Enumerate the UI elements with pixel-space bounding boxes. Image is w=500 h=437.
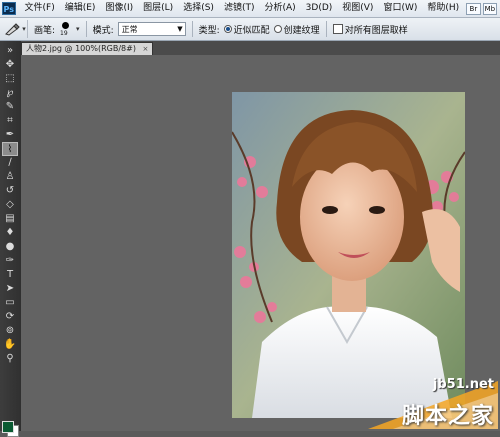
spot-healing-brush-icon [5, 23, 20, 36]
mode-select[interactable]: 正常 ▼ [117, 22, 186, 36]
hand-tool-icon[interactable]: ✋ [2, 338, 18, 352]
radio-proximity-match[interactable]: 近似匹配 [223, 23, 270, 36]
watermark-site-name: 脚本之家 [401, 404, 494, 429]
mode-value: 正常 [121, 25, 138, 34]
options-bar: ▾ 画笔: 19 ▾ 模式: 正常 ▼ 类型: 近似匹配 创建纹理 对所有图层取… [0, 18, 500, 41]
eraser-tool-icon[interactable]: ◇ [2, 198, 18, 212]
menu-filter[interactable]: 滤镜(T) [219, 0, 260, 17]
watermark: jb51.net 脚本之家 [348, 371, 498, 429]
menu-edit[interactable]: 编辑(E) [60, 0, 101, 17]
brush-size: 19 [60, 30, 68, 37]
eyedropper-tool-icon[interactable]: ✒ [2, 128, 18, 142]
chevron-down-icon: ▼ [177, 25, 183, 33]
mini-bridge-button[interactable]: Mb [482, 2, 498, 15]
bridge-button[interactable]: Br [466, 2, 481, 15]
spot-healing-tool-icon[interactable]: ⌇ [2, 142, 18, 156]
document-image[interactable] [232, 92, 465, 418]
type-tool-icon[interactable]: T [2, 268, 18, 282]
checkbox-box[interactable] [332, 24, 343, 34]
menu-image[interactable]: 图像(I) [100, 0, 138, 17]
menu-3d[interactable]: 3D(D) [301, 0, 338, 17]
menu-analysis[interactable]: 分析(A) [259, 0, 300, 17]
clone-stamp-tool-icon[interactable]: ♙ [2, 170, 18, 184]
3d-orbit-tool-icon[interactable]: ⊚ [2, 324, 18, 338]
crop-tool-icon[interactable]: ⌗ [2, 114, 18, 128]
tool-preset-picker[interactable]: ▾ [3, 20, 28, 38]
path-select-tool-icon[interactable]: ➤ [2, 282, 18, 296]
brush-dropdown-icon[interactable]: ▾ [76, 25, 80, 33]
watermark-url: jb51.net [432, 377, 494, 392]
collapse-toolbox-icon[interactable]: » [2, 44, 18, 58]
radio-unselected[interactable] [273, 25, 282, 33]
radio-selected[interactable] [223, 25, 232, 33]
mode-label: 模式: [92, 25, 114, 36]
portrait-photo [232, 92, 465, 418]
menu-file[interactable]: 文件(F) [20, 0, 60, 17]
chevron-down-icon: ▾ [22, 25, 26, 33]
brush-label: 画笔: [34, 25, 56, 36]
menu-view[interactable]: 视图(V) [337, 0, 378, 17]
photoshop-logo: Ps [2, 2, 16, 15]
radio-create-texture[interactable]: 创建纹理 [273, 23, 320, 36]
document-tab[interactable]: 人物2.jpg @ 100%(RGB/8#) × [21, 42, 154, 55]
toolbox: » ✥ ⬚ ℘ ✎ ⌗ ✒ ⌇ ∕ ♙ ↺ ◇ ▤ ♦ ● ✑ T ➤ ▭ ⟳ … [0, 41, 22, 437]
dodge-tool-icon[interactable]: ● [2, 240, 18, 254]
sample-all-layers-checkbox[interactable]: 对所有图层取样 [332, 23, 408, 36]
3d-rotate-tool-icon[interactable]: ⟳ [2, 310, 18, 324]
lasso-tool-icon[interactable]: ℘ [2, 86, 18, 100]
blur-tool-icon[interactable]: ♦ [2, 226, 18, 240]
move-tool-icon[interactable]: ✥ [2, 58, 18, 72]
marquee-tool-icon[interactable]: ⬚ [2, 72, 18, 86]
menu-select[interactable]: 选择(S) [178, 0, 219, 17]
menu-bar: Ps 文件(F) 编辑(E) 图像(I) 图层(L) 选择(S) 滤镜(T) 分… [0, 0, 500, 18]
menu-help[interactable]: 帮助(H) [422, 0, 464, 17]
foreground-color-swatch[interactable] [2, 421, 14, 433]
document-tab-title: 人物2.jpg @ 100%(RGB/8#) [26, 44, 136, 53]
brush-picker[interactable]: 19 [58, 20, 74, 38]
pen-tool-icon[interactable]: ✑ [2, 254, 18, 268]
menu-window[interactable]: 窗口(W) [378, 0, 422, 17]
menu-layer[interactable]: 图层(L) [138, 0, 178, 17]
close-icon[interactable]: × [143, 45, 149, 53]
brush-tool-icon[interactable]: ∕ [2, 156, 18, 170]
quick-select-tool-icon[interactable]: ✎ [2, 100, 18, 114]
shape-tool-icon[interactable]: ▭ [2, 296, 18, 310]
history-brush-tool-icon[interactable]: ↺ [2, 184, 18, 198]
zoom-tool-icon[interactable]: ⚲ [2, 352, 18, 366]
brush-tip-icon [62, 22, 70, 29]
gradient-tool-icon[interactable]: ▤ [2, 212, 18, 226]
document-tab-strip: 人物2.jpg @ 100%(RGB/8#) × [21, 41, 500, 55]
type-label: 类型: [198, 25, 220, 36]
